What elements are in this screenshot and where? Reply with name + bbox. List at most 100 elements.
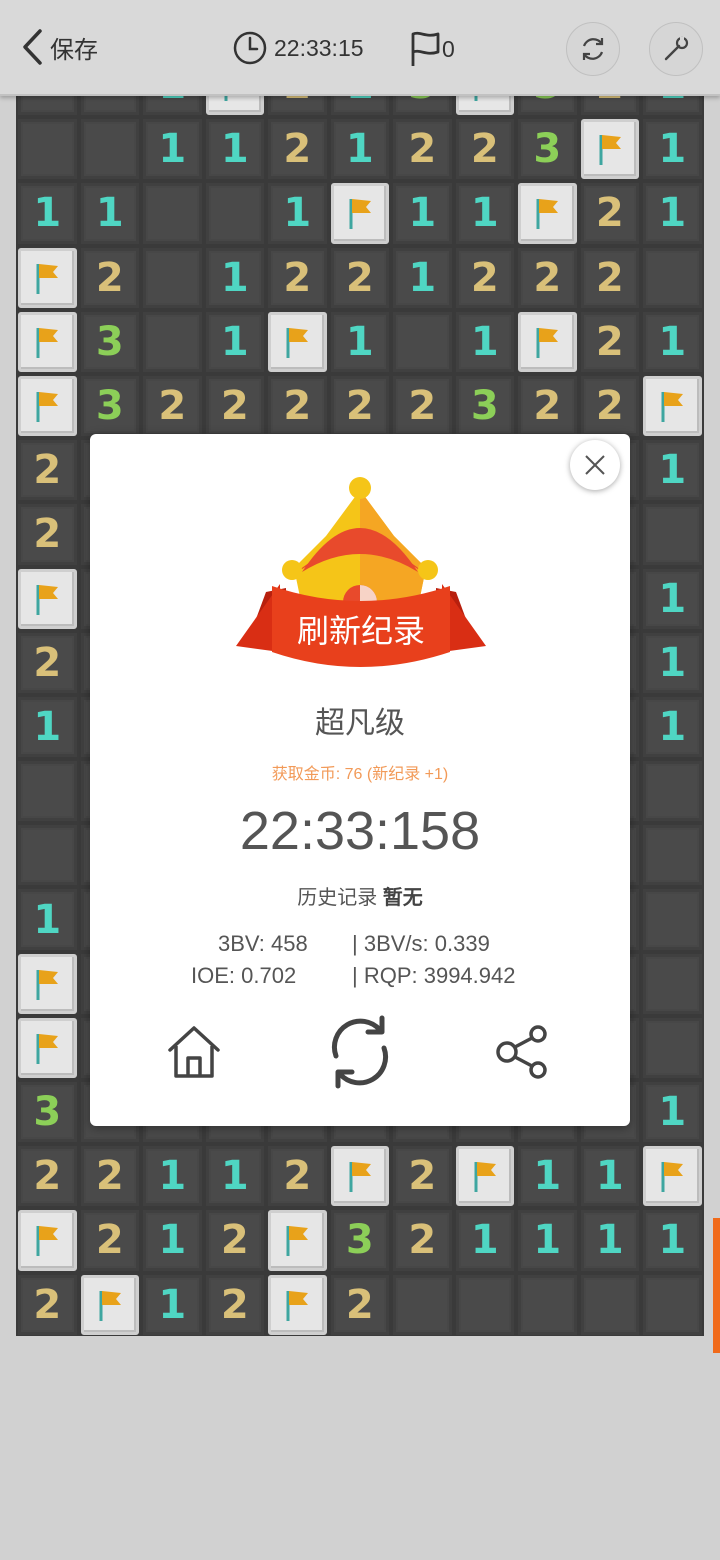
flagged-cell[interactable]: [330, 183, 389, 244]
number-cell[interactable]: 2: [18, 440, 77, 501]
number-cell[interactable]: 1: [518, 1210, 577, 1271]
number-cell[interactable]: 1: [205, 247, 264, 308]
refresh-button[interactable]: [566, 22, 620, 76]
revealed-empty-cell[interactable]: [643, 761, 702, 822]
number-cell[interactable]: 2: [18, 632, 77, 693]
flagged-cell[interactable]: [268, 1274, 327, 1335]
flagged-cell[interactable]: [643, 1146, 702, 1207]
home-button[interactable]: [154, 1012, 234, 1092]
number-cell[interactable]: 1: [643, 632, 702, 693]
number-cell[interactable]: 1: [518, 1146, 577, 1207]
flagged-cell[interactable]: [80, 1274, 139, 1335]
number-cell[interactable]: 2: [143, 375, 202, 437]
scroll-indicator[interactable]: [713, 1218, 720, 1353]
revealed-empty-cell[interactable]: [18, 119, 77, 180]
revealed-empty-cell[interactable]: [518, 1274, 577, 1335]
flagged-cell[interactable]: [268, 311, 327, 372]
number-cell[interactable]: 2: [268, 1146, 327, 1207]
revealed-empty-cell[interactable]: [643, 1274, 702, 1335]
number-cell[interactable]: 1: [205, 119, 264, 180]
flagged-cell[interactable]: [518, 183, 577, 244]
number-cell[interactable]: 1: [643, 1082, 702, 1143]
number-cell[interactable]: 3: [80, 375, 139, 437]
number-cell[interactable]: 2: [18, 504, 77, 565]
number-cell[interactable]: 2: [330, 247, 389, 308]
number-cell[interactable]: 2: [18, 1274, 77, 1335]
number-cell[interactable]: 2: [268, 119, 327, 180]
number-cell[interactable]: 1: [80, 183, 139, 244]
number-cell[interactable]: 1: [268, 183, 327, 244]
number-cell[interactable]: 2: [580, 247, 639, 308]
number-cell[interactable]: 1: [143, 1274, 202, 1335]
number-cell[interactable]: 1: [205, 1146, 264, 1207]
number-cell[interactable]: 2: [518, 375, 577, 437]
number-cell[interactable]: 2: [393, 1210, 452, 1271]
number-cell[interactable]: 3: [330, 1210, 389, 1271]
flagged-cell[interactable]: [268, 1210, 327, 1271]
save-back-button[interactable]: 保存: [20, 28, 98, 66]
revealed-empty-cell[interactable]: [643, 504, 702, 565]
revealed-empty-cell[interactable]: [643, 247, 702, 308]
flagged-cell[interactable]: [330, 1146, 389, 1207]
share-button[interactable]: [483, 1012, 563, 1092]
revealed-empty-cell[interactable]: [643, 953, 702, 1014]
restart-button[interactable]: [320, 1012, 400, 1092]
flagged-cell[interactable]: [18, 568, 77, 629]
revealed-empty-cell[interactable]: [643, 825, 702, 886]
number-cell[interactable]: 2: [580, 183, 639, 244]
number-cell[interactable]: 2: [455, 119, 514, 180]
number-cell[interactable]: 3: [80, 311, 139, 372]
number-cell[interactable]: 1: [643, 440, 702, 501]
flagged-cell[interactable]: [455, 1146, 514, 1207]
number-cell[interactable]: 1: [18, 696, 77, 758]
flagged-cell[interactable]: [18, 375, 77, 437]
number-cell[interactable]: 1: [643, 696, 702, 758]
number-cell[interactable]: 2: [455, 247, 514, 308]
number-cell[interactable]: 2: [205, 1274, 264, 1335]
flagged-cell[interactable]: [18, 311, 77, 372]
tools-button[interactable]: [649, 22, 703, 76]
number-cell[interactable]: 1: [455, 311, 514, 372]
number-cell[interactable]: 3: [455, 375, 514, 437]
number-cell[interactable]: 1: [18, 889, 77, 950]
number-cell[interactable]: 1: [143, 1146, 202, 1207]
flagged-cell[interactable]: [18, 1017, 77, 1078]
number-cell[interactable]: 2: [330, 375, 389, 437]
number-cell[interactable]: 1: [643, 1210, 702, 1271]
number-cell[interactable]: 2: [80, 247, 139, 308]
revealed-empty-cell[interactable]: [143, 311, 202, 372]
revealed-empty-cell[interactable]: [643, 1017, 702, 1078]
number-cell[interactable]: 2: [393, 1146, 452, 1207]
number-cell[interactable]: 1: [18, 183, 77, 244]
number-cell[interactable]: 1: [143, 119, 202, 180]
revealed-empty-cell[interactable]: [205, 183, 264, 244]
number-cell[interactable]: 1: [643, 311, 702, 372]
number-cell[interactable]: 1: [330, 119, 389, 180]
number-cell[interactable]: 1: [393, 183, 452, 244]
number-cell[interactable]: 1: [330, 311, 389, 372]
revealed-empty-cell[interactable]: [18, 825, 77, 886]
revealed-empty-cell[interactable]: [393, 311, 452, 372]
revealed-empty-cell[interactable]: [455, 1274, 514, 1335]
number-cell[interactable]: 1: [455, 183, 514, 244]
number-cell[interactable]: 3: [518, 119, 577, 180]
revealed-empty-cell[interactable]: [80, 119, 139, 180]
number-cell[interactable]: 2: [268, 247, 327, 308]
number-cell[interactable]: 1: [580, 1146, 639, 1207]
number-cell[interactable]: 1: [643, 183, 702, 244]
number-cell[interactable]: 2: [393, 375, 452, 437]
revealed-empty-cell[interactable]: [643, 889, 702, 950]
number-cell[interactable]: 2: [393, 119, 452, 180]
number-cell[interactable]: 3: [18, 1082, 77, 1143]
number-cell[interactable]: 1: [580, 1210, 639, 1271]
revealed-empty-cell[interactable]: [393, 1274, 452, 1335]
revealed-empty-cell[interactable]: [580, 1274, 639, 1335]
number-cell[interactable]: 2: [80, 1210, 139, 1271]
number-cell[interactable]: 2: [580, 311, 639, 372]
flagged-cell[interactable]: [18, 953, 77, 1014]
revealed-empty-cell[interactable]: [143, 183, 202, 244]
number-cell[interactable]: 2: [205, 1210, 264, 1271]
flagged-cell[interactable]: [18, 1210, 77, 1271]
flagged-cell[interactable]: [18, 247, 77, 308]
revealed-empty-cell[interactable]: [143, 247, 202, 308]
